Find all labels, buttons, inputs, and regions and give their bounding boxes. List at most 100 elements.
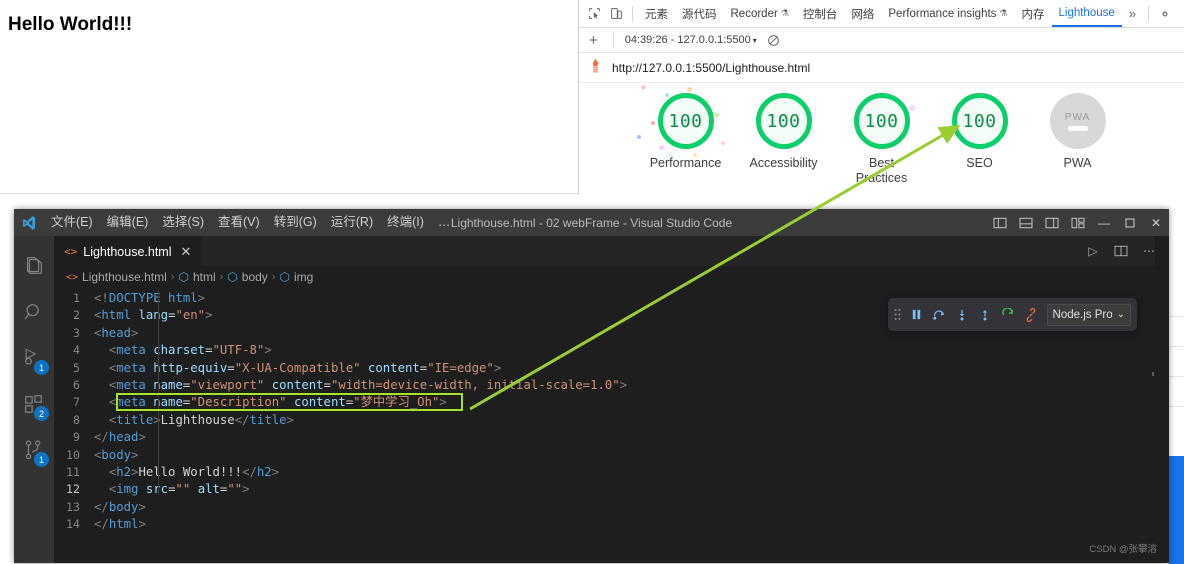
indent-guide [158,290,159,495]
gauge-label: Accessibility [749,156,818,170]
sidebar-item-search[interactable] [14,290,54,336]
line-number: 10 [66,447,80,462]
menu-more[interactable]: … [431,209,458,236]
code-line-text: </body> [94,499,146,514]
line-number: 11 [66,464,80,479]
disconnect-icon[interactable] [1024,307,1038,322]
menu-edit[interactable]: 编辑(E) [100,209,156,236]
maximize-button[interactable] [1117,209,1143,236]
toggle-primary-sidebar-icon[interactable] [987,209,1013,236]
sidebar-item-explorer[interactable] [14,244,54,290]
window-controls: — ✕ [987,209,1169,236]
breadcrumb-item-file[interactable]: <> Lighthouse.html [66,270,167,284]
menu-terminal[interactable]: 终端(I) [380,209,431,236]
tab-label: Recorder [730,7,778,20]
code-line-text: <body> [94,447,139,462]
debug-session-selector[interactable]: Node.js Pro ⌄ [1046,303,1131,326]
code-line: 5 <meta http-equiv="X-UA-Compatible" con… [54,360,1169,377]
step-out-icon[interactable] [978,308,992,322]
tab-label: Performance insights [888,7,997,20]
inspect-element-icon[interactable] [583,3,605,25]
breadcrumb-item-img[interactable]: ⬡ img [279,270,313,284]
gauge-pwa[interactable]: PWA PWA [1040,93,1116,171]
gauge-label: Best Practices [855,156,908,185]
lighthouse-run-selector[interactable]: 04:39:26 - 127.0.0.1:5500 ▾ [625,34,757,46]
debug-toolbar: Node.js Pro ⌄ [887,298,1137,331]
gauge-seo[interactable]: 100 SEO [942,93,1018,171]
close-button[interactable]: ✕ [1143,209,1169,236]
pause-icon[interactable] [910,308,923,321]
menu-selection[interactable]: 选择(S) [155,209,211,236]
breadcrumb-label: body [241,270,268,284]
pwa-dash-icon [1067,125,1088,131]
tab-performance-insights[interactable]: Performance insights ⚗ [881,0,1014,27]
new-lighthouse-run-button[interactable]: + [585,33,602,48]
breadcrumb-label: img [293,270,314,284]
line-number: 8 [73,412,80,427]
overflow-chevron-icon[interactable]: » [1122,6,1143,21]
run-timestamp-label: 04:39:26 - 127.0.0.1:5500 [624,34,751,46]
tab-console[interactable]: 控制台 [796,0,845,27]
more-options-icon[interactable] [1176,3,1184,25]
gauge-score: 100 [853,93,910,149]
tab-recorder[interactable]: Recorder ⚗ [724,0,796,27]
editor-scrollbar[interactable] [1141,288,1155,563]
gauge-best-practices[interactable]: 100 Best Practices [844,93,920,186]
code-line-text: </html> [94,517,146,532]
line-number: 6 [73,377,80,392]
line-number: 1 [73,291,80,305]
line-number: 12 [66,482,80,497]
step-into-icon[interactable] [955,308,969,322]
customize-layout-icon[interactable] [1065,209,1091,236]
symbol-field-icon: ⬡ [227,270,238,284]
sidebar-item-source-control[interactable]: 1 [14,428,54,474]
code-line: 7 <meta name="Description" content="梦中学习… [54,394,1169,411]
gauge-label: PWA [1063,156,1092,170]
code-line-text: <meta http-equiv="X-UA-Compatible" conte… [108,360,502,375]
tab-network[interactable]: 网络 [844,0,881,27]
menu-view[interactable]: 查看(V) [211,209,267,236]
close-icon[interactable]: ✕ [181,244,192,260]
menu-go[interactable]: 转到(G) [267,209,324,236]
symbol-field-icon: ⬡ [279,270,290,284]
menu-file[interactable]: 文件(E) [44,209,100,236]
gear-icon[interactable] [1154,3,1176,25]
gauge-accessibility[interactable]: 100 Accessibility [746,93,822,171]
gauge-score: PWA [1049,93,1106,149]
toggle-secondary-sidebar-icon[interactable] [1039,209,1065,236]
clear-all-icon[interactable] [767,34,780,47]
gauge-score: 100 [951,93,1008,149]
sidebar-item-extensions[interactable]: 2 [14,382,54,428]
code-line-text: <meta charset="UTF-8"> [108,343,272,358]
toolbar-divider [1148,5,1150,22]
tab-elements[interactable]: 元素 [638,0,675,27]
tab-memory[interactable]: 内存 [1015,0,1052,27]
editor-tab-lighthouse-html[interactable]: <> Lighthouse.html ✕ [54,236,202,266]
code-line-text: </head> [94,430,146,445]
tab-label: 元素 [645,8,668,21]
line-number: 13 [66,499,80,514]
sidebar-item-run-and-debug[interactable]: 1 [14,336,54,382]
gauge-performance[interactable]: 100 Performance [648,93,724,171]
tab-label: 内存 [1021,8,1045,21]
menu-run[interactable]: 运行(R) [324,209,380,236]
toggle-panel-icon[interactable] [1013,209,1039,236]
step-over-icon[interactable] [932,308,946,322]
line-number: 4 [73,343,80,358]
breadcrumb-item-html[interactable]: ⬡ html [178,270,215,284]
restart-icon[interactable] [1001,307,1015,322]
device-toolbar-icon[interactable] [605,3,627,25]
drag-handle-icon[interactable] [894,308,901,321]
split-editor-button[interactable] [1109,237,1133,265]
breadcrumb-item-body[interactable]: ⬡ body [227,270,268,284]
code-line: 13 </body> [54,499,1169,516]
scrollbar-thumb[interactable] [1152,372,1154,376]
minimize-button[interactable]: — [1091,209,1117,236]
code-line: 9 </head> [54,429,1169,446]
code-line-text: <title>Lighthouse</title> [108,412,294,427]
tab-sources[interactable]: 源代码 [675,0,724,27]
run-code-button[interactable]: ▷ [1081,237,1105,265]
vscode-window: 文件(E) 编辑(E) 选择(S) 查看(V) 转到(G) 运行(R) 终端(I… [14,209,1169,563]
gauge-score: 100 [657,93,714,149]
tab-lighthouse[interactable]: Lighthouse [1051,0,1122,27]
